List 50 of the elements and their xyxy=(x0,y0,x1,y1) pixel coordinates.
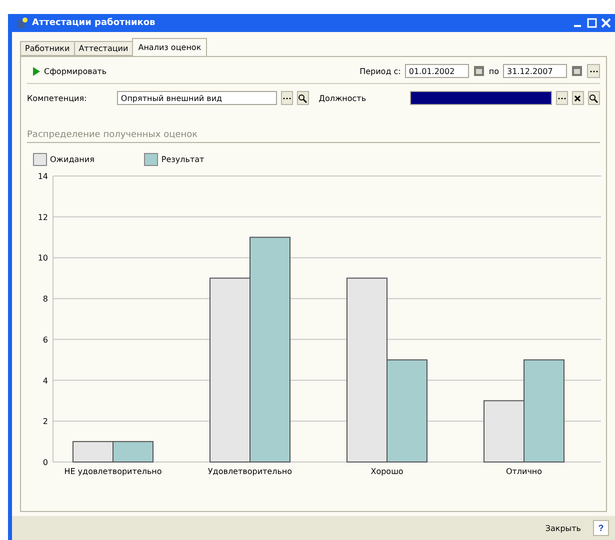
axis-tick-label: 10 xyxy=(38,254,48,263)
axis-tick-label: 14 xyxy=(38,172,48,181)
category-label: Хорошо xyxy=(370,467,404,476)
ellipsis-icon xyxy=(590,70,598,72)
to-label: по xyxy=(488,66,499,76)
tab[interactable]: Аттестации xyxy=(74,41,134,56)
legend-label: Результат xyxy=(161,155,204,164)
search-button[interactable] xyxy=(588,91,600,105)
calendar-icon[interactable] xyxy=(571,65,583,77)
axis-tick-label: 12 xyxy=(38,212,48,222)
calendar-icon[interactable] xyxy=(472,65,485,77)
position-label: Должность xyxy=(318,94,368,102)
chart-bar xyxy=(112,441,154,462)
position-field[interactable] xyxy=(410,91,552,105)
clear-button[interactable] xyxy=(572,91,584,105)
tab[interactable]: Анализ оценок xyxy=(132,38,208,56)
play-icon xyxy=(33,66,40,76)
close-button[interactable]: Закрыть xyxy=(539,522,587,534)
axis-tick-label: 2 xyxy=(42,417,48,426)
date-to-field[interactable]: 31.12.2007 xyxy=(503,64,567,78)
app-icon xyxy=(16,17,28,29)
ellipsis-icon xyxy=(282,96,291,100)
category-label: Удовлетворительно xyxy=(208,467,292,476)
generate-button[interactable]: Сформировать xyxy=(27,66,113,76)
tab[interactable]: Работники xyxy=(20,41,75,56)
search-button[interactable] xyxy=(296,91,309,105)
ellipsis-icon xyxy=(558,96,566,100)
help-button[interactable]: ? xyxy=(593,520,609,536)
period-label: Период с: xyxy=(360,66,401,76)
ellipsis-button[interactable] xyxy=(280,91,293,105)
competence-field[interactable]: Опрятный внешний вид xyxy=(116,91,277,105)
axis-tick-label: 6 xyxy=(42,335,48,344)
chart-bar xyxy=(72,441,114,462)
category-label: Отлично xyxy=(506,467,542,476)
axis-tick-label: 0 xyxy=(42,458,48,467)
search-icon xyxy=(298,94,308,102)
axis-tick-label: 8 xyxy=(42,294,48,304)
ellipsis-button[interactable] xyxy=(587,64,600,78)
section-title: Распределение полученных оценок xyxy=(27,130,600,143)
maximize-icon[interactable] xyxy=(587,18,597,28)
legend-label: Ожидания xyxy=(50,155,94,164)
date-from-field[interactable]: 01.01.2002 xyxy=(404,64,469,78)
window-title: Аттестации работников xyxy=(32,18,156,28)
category-label: НЕ удовлетворительно xyxy=(64,467,162,476)
axis-tick-label: 4 xyxy=(42,376,48,386)
competence-label: Компетенция: xyxy=(27,94,88,102)
close-icon xyxy=(574,94,582,102)
search-icon xyxy=(589,94,598,102)
ellipsis-button[interactable] xyxy=(556,91,568,105)
close-icon[interactable] xyxy=(601,18,611,28)
